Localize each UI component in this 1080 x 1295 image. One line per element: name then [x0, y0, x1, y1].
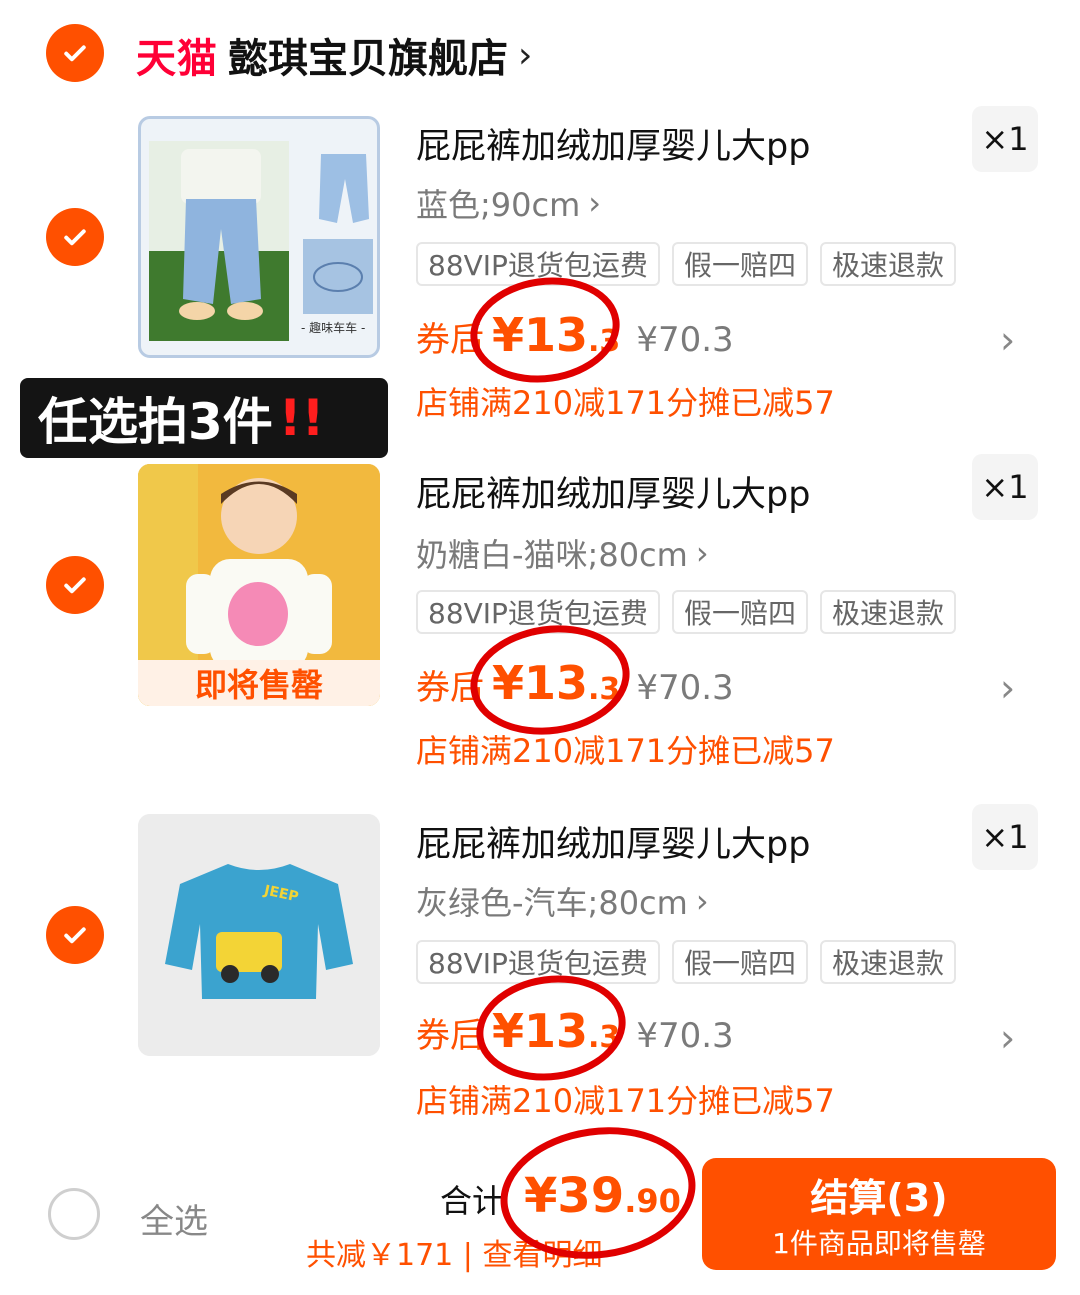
- quantity-badge[interactable]: ×1: [972, 106, 1038, 172]
- original-price: ¥70.3: [636, 1016, 734, 1056]
- service-tag: 极速退款: [819, 590, 956, 634]
- product-title[interactable]: 屁屁裤加绒加厚婴儿大pp: [416, 466, 810, 517]
- chevron-right-icon[interactable]: ›: [1000, 666, 1015, 710]
- store-select-checkbox[interactable]: [46, 24, 104, 82]
- service-tags: 88VIP退货包运费 假一赔四 极速退款: [416, 940, 956, 984]
- service-tag: 极速退款: [819, 940, 956, 984]
- service-tag: 假一赔四: [671, 242, 808, 286]
- sku-selector[interactable]: 奶糖白-猫咪;80cm ›: [416, 530, 709, 576]
- sku-selector[interactable]: 灰绿色-汽车;80cm ›: [416, 878, 709, 924]
- service-tag: 假一赔四: [671, 590, 808, 634]
- sku-spec: 蓝色;90cm: [416, 186, 581, 224]
- checkout-label: 结算(3): [810, 1175, 948, 1220]
- original-price: ¥70.3: [636, 320, 734, 360]
- chevron-right-icon: ›: [588, 184, 602, 222]
- item-select-checkbox[interactable]: [46, 906, 104, 964]
- tmall-logo: 天猫: [136, 36, 218, 82]
- badge-emphasis: !!: [278, 389, 325, 447]
- service-tag: 假一赔四: [671, 940, 808, 984]
- product-title[interactable]: 屁屁裤加绒加厚婴儿大pp: [416, 816, 810, 867]
- thumb-caption: - 趣味车车 -: [301, 321, 366, 335]
- red-annotation-circle: [463, 268, 627, 392]
- item-select-checkbox[interactable]: [46, 556, 104, 614]
- chevron-right-icon: ›: [518, 34, 533, 76]
- promo-text: 店铺满210减171分摊已减57: [416, 384, 835, 422]
- chevron-right-icon[interactable]: ›: [1000, 1016, 1015, 1060]
- check-icon: [64, 229, 86, 246]
- chevron-right-icon[interactable]: ›: [1000, 318, 1015, 362]
- promo-text: 店铺满210减171分摊已减57: [416, 1082, 835, 1120]
- total-label: 合计: [440, 1182, 505, 1220]
- promo-badge: 任选拍3件 !!: [20, 378, 388, 458]
- product-image[interactable]: - 趣味车车 -: [138, 116, 380, 358]
- check-icon: [64, 577, 86, 594]
- sku-spec: 灰绿色-汽车;80cm: [416, 884, 688, 922]
- select-all-label[interactable]: 全选: [140, 1194, 208, 1243]
- chevron-right-icon: ›: [695, 882, 709, 920]
- price-prefix: 券后: [416, 1016, 484, 1056]
- check-icon: [64, 45, 86, 62]
- service-tag: 极速退款: [819, 242, 956, 286]
- check-icon: [64, 927, 86, 944]
- product-image[interactable]: 即将售罄: [138, 464, 380, 706]
- original-price: ¥70.3: [636, 668, 734, 708]
- item-select-checkbox[interactable]: [46, 208, 104, 266]
- blue-sweater-image: [138, 814, 380, 1056]
- chevron-right-icon: ›: [695, 534, 709, 572]
- store-header[interactable]: 天猫 懿琪宝贝旗舰店 ›: [136, 26, 532, 84]
- product-image[interactable]: JEEP: [138, 814, 380, 1056]
- badge-text: 任选拍3件: [38, 393, 273, 451]
- red-annotation-circle: [469, 966, 633, 1090]
- select-all-checkbox[interactable]: [48, 1188, 100, 1240]
- store-name: 懿琪宝贝旗舰店: [228, 36, 508, 82]
- promo-text: 店铺满210减171分摊已减57: [416, 732, 835, 770]
- sku-spec: 奶糖白-猫咪;80cm: [416, 536, 688, 574]
- stock-warning-label: 即将售罄: [138, 660, 380, 706]
- service-tags: 88VIP退货包运费 假一赔四 极速退款: [416, 242, 956, 286]
- sku-selector[interactable]: 蓝色;90cm ›: [416, 180, 601, 226]
- quantity-badge[interactable]: ×1: [972, 804, 1038, 870]
- checkout-note: 1件商品即将售罄: [772, 1226, 986, 1260]
- quantity-badge[interactable]: ×1: [972, 454, 1038, 520]
- product-title[interactable]: 屁屁裤加绒加厚婴儿大pp: [416, 118, 810, 169]
- service-tags: 88VIP退货包运费 假一赔四 极速退款: [416, 590, 956, 634]
- checkout-button[interactable]: 结算(3) 1件商品即将售罄: [702, 1158, 1056, 1270]
